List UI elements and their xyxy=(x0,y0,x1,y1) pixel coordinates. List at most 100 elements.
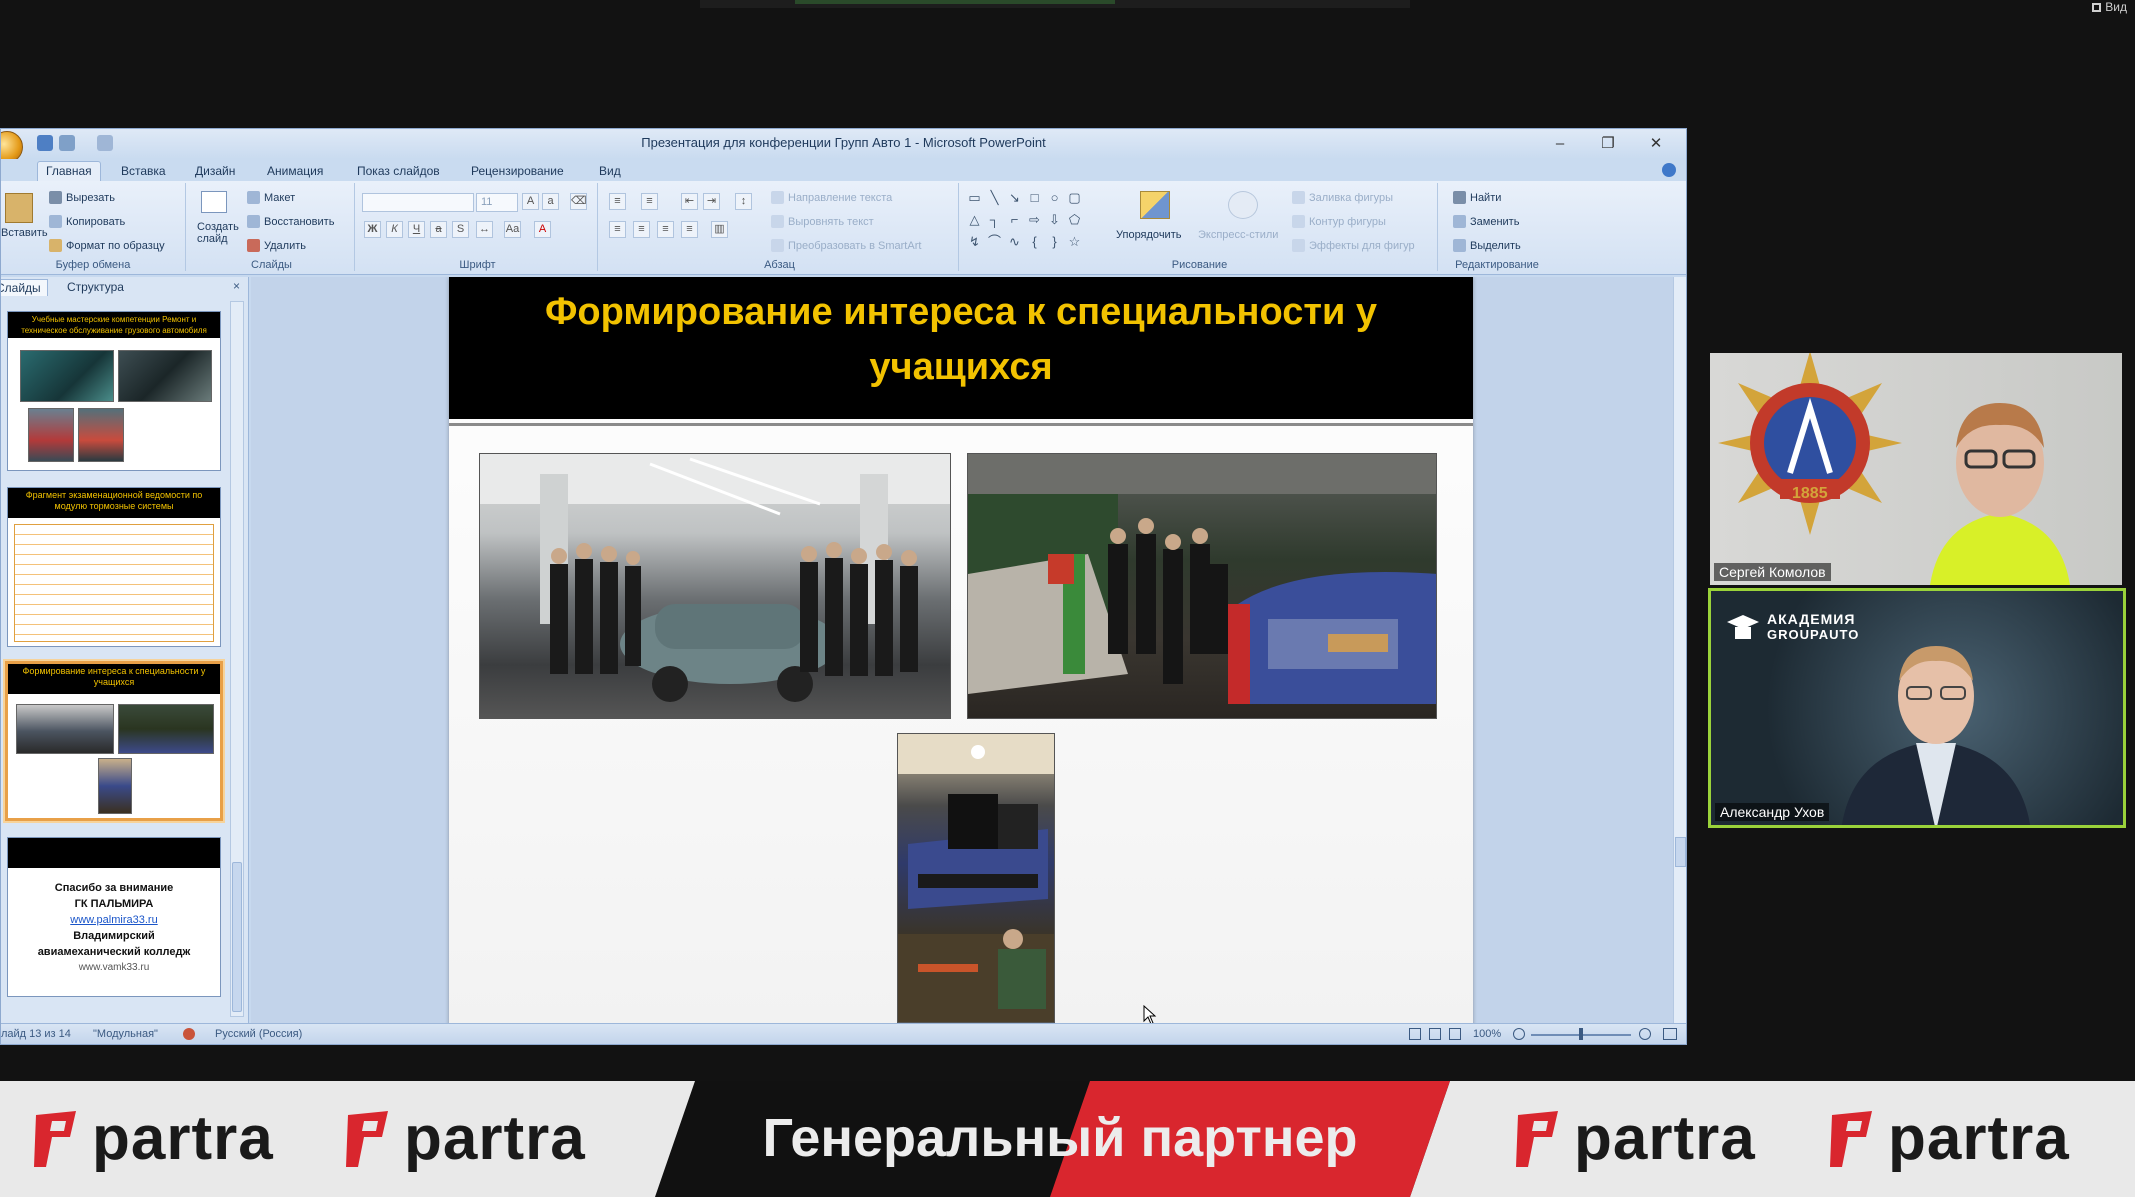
grow-font-icon[interactable]: A xyxy=(522,193,539,210)
align-text-button[interactable]: Выровнять текст xyxy=(771,215,874,228)
textbox-shape-icon[interactable]: ▭ xyxy=(966,189,983,206)
italic-icon[interactable]: К xyxy=(386,221,403,238)
fit-slide-icon[interactable] xyxy=(1663,1028,1677,1040)
tab-slides[interactable]: Слайды xyxy=(1,279,48,296)
format-painter-button[interactable]: Формат по образцу xyxy=(49,239,165,252)
columns-icon[interactable]: ▥ xyxy=(711,221,728,238)
curve-shape-icon[interactable]: ⌒ xyxy=(986,233,1003,250)
clear-format-icon[interactable]: ⌫ xyxy=(570,193,587,210)
font-size-combo[interactable]: 11 xyxy=(476,193,518,212)
shrink-font-icon[interactable]: a xyxy=(542,193,559,210)
workshop-photo-blue-car[interactable] xyxy=(967,453,1437,719)
delete-slide-button[interactable]: Удалить xyxy=(247,239,306,252)
zoom-in-icon[interactable] xyxy=(1639,1028,1651,1040)
case-icon[interactable]: Aa xyxy=(504,221,521,238)
bold-icon[interactable]: Ж xyxy=(364,221,381,238)
slide-thumbnail-12[interactable]: Фрагмент экзаменационной ведомости по мо… xyxy=(7,487,221,647)
minimize-button[interactable]: – xyxy=(1544,133,1576,155)
justify-icon[interactable]: ≡ xyxy=(681,221,698,238)
tab-slideshow[interactable]: Показ слайдов xyxy=(349,162,448,180)
strikethrough-icon[interactable]: а xyxy=(430,221,447,238)
rounded-rect-shape-icon[interactable]: ▢ xyxy=(1066,189,1083,206)
line-shape-icon[interactable]: ╲ xyxy=(986,189,1003,206)
shape-fill-button[interactable]: Заливка фигуры xyxy=(1292,191,1393,204)
view-button[interactable]: Вид xyxy=(2092,0,2127,14)
new-slide-button[interactable]: Создать слайд xyxy=(197,221,241,245)
down-arrow-shape-icon[interactable]: ⇩ xyxy=(1046,211,1063,228)
shape-effects-button[interactable]: Эффекты для фигур xyxy=(1292,239,1415,252)
rectangle-shape-icon[interactable]: □ xyxy=(1026,189,1043,206)
slide-sorter-icon[interactable] xyxy=(1429,1028,1441,1040)
group-photo-museum[interactable] xyxy=(479,453,951,719)
slide-thumbnail-11[interactable]: Учебные мастерские компетенции Ремонт и … xyxy=(7,311,221,471)
help-icon[interactable] xyxy=(1662,163,1676,177)
panel-scroll-thumb[interactable] xyxy=(232,862,242,1012)
shadow-icon[interactable]: S xyxy=(452,221,469,238)
right-arrow-shape-icon[interactable]: ⇨ xyxy=(1026,211,1043,228)
participant-video-2[interactable]: АКАДЕМИЯ GROUPAUTO Александр Ухов xyxy=(1708,588,2126,828)
brace-left-shape-icon[interactable]: { xyxy=(1026,233,1043,250)
tab-outline[interactable]: Структура xyxy=(61,279,130,295)
tab-insert[interactable]: Вставка xyxy=(113,162,174,180)
restore-button[interactable]: ❐ xyxy=(1592,133,1624,155)
slide-scrollbar[interactable] xyxy=(1673,277,1686,1023)
slide-thumbnail-13[interactable]: Формирование интереса к специальности у … xyxy=(5,661,223,821)
normal-view-icon[interactable] xyxy=(1409,1028,1421,1040)
scribble-shape-icon[interactable]: ∿ xyxy=(1006,233,1023,250)
select-button[interactable]: Выделить xyxy=(1453,239,1521,252)
text-direction-button[interactable]: Направление текста xyxy=(771,191,892,204)
quick-styles-button[interactable]: Экспресс-стили xyxy=(1198,229,1278,241)
shape-outline-button[interactable]: Контур фигуры xyxy=(1292,215,1386,228)
slide-thumbnail-14[interactable]: Спасибо за внимание ГК ПАЛЬМИРА www.palm… xyxy=(7,837,221,997)
indent-more-icon[interactable]: ⇥ xyxy=(703,193,720,210)
font-color-icon[interactable]: A xyxy=(534,221,551,238)
smartart-button[interactable]: Преобразовать в SmartArt xyxy=(771,239,921,252)
find-button[interactable]: Найти xyxy=(1453,191,1501,204)
underline-icon[interactable]: Ч xyxy=(408,221,425,238)
tab-view[interactable]: Вид xyxy=(591,162,629,180)
zoom-level[interactable]: 100% xyxy=(1473,1028,1501,1040)
arrow-shape-icon[interactable]: ↘ xyxy=(1006,189,1023,206)
slide-canvas[interactable]: Формирование интереса к специальности у … xyxy=(449,277,1473,1023)
shapes-gallery[interactable]: ▭ ╲ ↘ □ ○ ▢ △ ┐ ⌐ ⇨ ⇩ ⬠ ↯ ⌒ ∿ { } ☆ xyxy=(966,189,1106,255)
freeform-shape-icon[interactable]: ↯ xyxy=(966,233,983,250)
panel-scrollbar[interactable] xyxy=(230,301,244,1017)
pentagon-shape-icon[interactable]: ⬠ xyxy=(1066,211,1083,228)
slideshow-view-icon[interactable] xyxy=(1449,1028,1461,1040)
spacing-icon[interactable]: ↔ xyxy=(476,221,493,238)
tab-review[interactable]: Рецензирование xyxy=(463,162,572,180)
brace-right-shape-icon[interactable]: } xyxy=(1046,233,1063,250)
star-shape-icon[interactable]: ☆ xyxy=(1066,233,1083,250)
spellcheck-icon[interactable] xyxy=(183,1028,195,1040)
tab-animation[interactable]: Анимация xyxy=(259,162,331,180)
font-name-combo[interactable] xyxy=(362,193,474,212)
triangle-shape-icon[interactable]: △ xyxy=(966,211,983,228)
oval-shape-icon[interactable]: ○ xyxy=(1046,189,1063,206)
slide-title[interactable]: Формирование интереса к специальности у … xyxy=(449,277,1473,419)
layout-button[interactable]: Макет xyxy=(247,191,295,204)
cut-button[interactable]: Вырезать xyxy=(49,191,115,204)
zoom-out-icon[interactable] xyxy=(1513,1028,1525,1040)
elbow-shape-icon[interactable]: ⌐ xyxy=(1006,211,1023,228)
numbering-icon[interactable]: ≡ xyxy=(641,193,658,210)
arrange-button[interactable]: Упорядочить xyxy=(1116,229,1181,241)
language-indicator[interactable]: Русский (Россия) xyxy=(215,1028,302,1040)
slide-scroll-thumb[interactable] xyxy=(1675,837,1686,867)
bullets-icon[interactable]: ≡ xyxy=(609,193,626,210)
panel-close-icon[interactable]: × xyxy=(233,279,240,293)
indent-less-icon[interactable]: ⇤ xyxy=(681,193,698,210)
line-spacing-icon[interactable]: ↕ xyxy=(735,193,752,210)
paste-button[interactable]: Вставить xyxy=(1,227,48,239)
reset-button[interactable]: Восстановить xyxy=(247,215,334,228)
participant-video-1[interactable]: 1885 Сергей Комолов xyxy=(1710,353,2122,585)
connector-shape-icon[interactable]: ┐ xyxy=(986,211,1003,228)
close-button[interactable]: ✕ xyxy=(1640,133,1672,155)
repair-photo-students[interactable] xyxy=(897,733,1055,1023)
copy-button[interactable]: Копировать xyxy=(49,215,125,228)
align-left-icon[interactable]: ≡ xyxy=(609,221,626,238)
align-center-icon[interactable]: ≡ xyxy=(633,221,650,238)
zoom-slider-handle[interactable] xyxy=(1579,1028,1583,1040)
tab-home[interactable]: Главная xyxy=(37,161,101,182)
replace-button[interactable]: Заменить xyxy=(1453,215,1519,228)
tab-design[interactable]: Дизайн xyxy=(187,162,243,180)
